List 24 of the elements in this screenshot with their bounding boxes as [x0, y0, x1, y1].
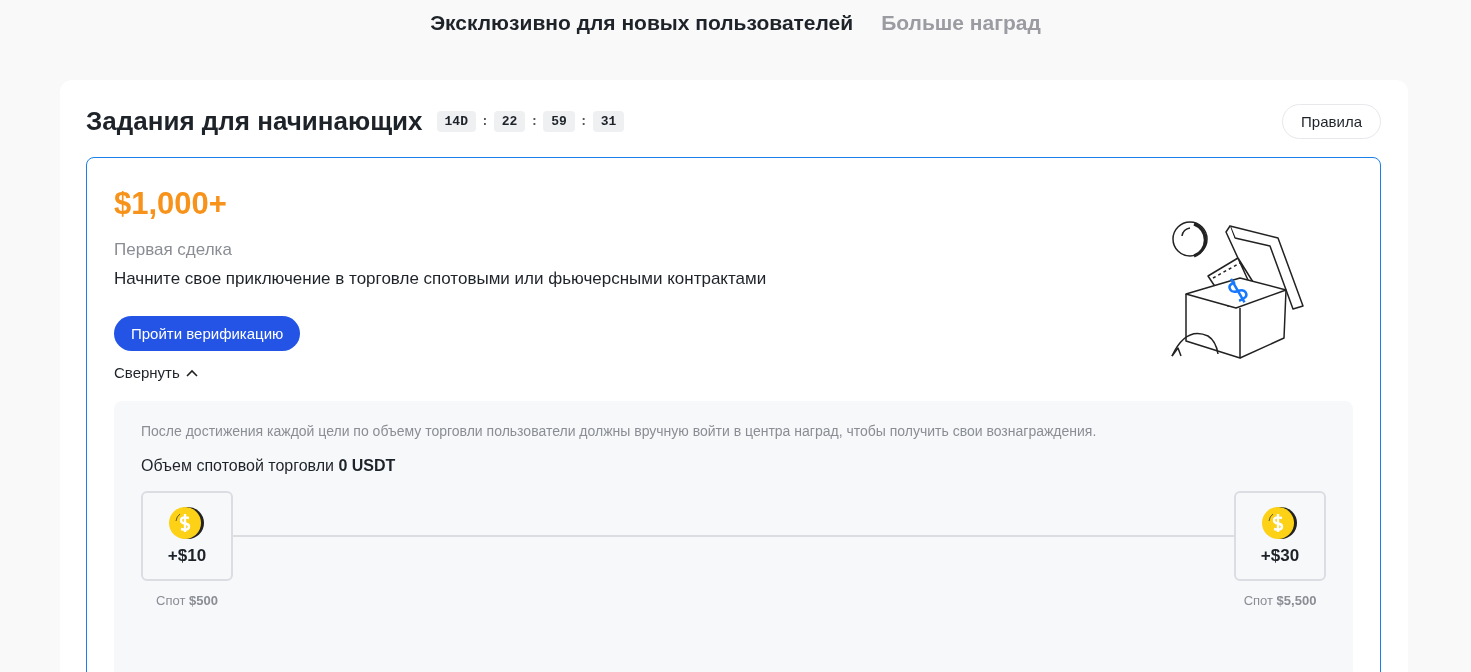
verify-button[interactable]: Пройти верификацию — [114, 316, 301, 351]
milestone-label: Спот $5,500 — [1243, 593, 1317, 608]
task-description: Начните свое приключение в торговле спотовыми или фьючерсными контрактами — [114, 269, 767, 289]
collapse-link[interactable]: Свернуть — [114, 364, 198, 381]
timer-separator: : — [579, 114, 588, 129]
chevron-icon — [185, 368, 198, 377]
coin-icon — [1261, 506, 1299, 540]
tab[interactable]: Эксклюзивно для новых пользователей — [430, 11, 854, 68]
rules-button[interactable]: Правила — [1282, 104, 1381, 139]
coin-icon — [168, 506, 206, 540]
milestone-reward: +$30 — [1260, 546, 1300, 566]
milestone-label: Спот $500 — [156, 593, 218, 608]
timer-segment: 14D — [436, 111, 476, 132]
reward-amount: $1,000+ — [114, 186, 228, 222]
timer-separator: : — [480, 114, 489, 129]
section-title: Задания для начинающих — [86, 106, 423, 137]
milestone-reward: +$10 — [167, 546, 207, 566]
details-note: После достижения каждой цели по объему торговли пользователи должны вручную войти в центра наград, чтобы получить свои вознаграждения. — [141, 423, 1098, 439]
timer-segment: 59 — [543, 111, 575, 132]
timer-segment: 22 — [493, 111, 526, 132]
trading-volume: Объем спотовой торговли 0 USDT — [141, 457, 397, 475]
timer-separator: : — [530, 114, 539, 129]
timer-segment: 31 — [592, 111, 625, 132]
task-name: Первая сделка — [114, 240, 233, 260]
